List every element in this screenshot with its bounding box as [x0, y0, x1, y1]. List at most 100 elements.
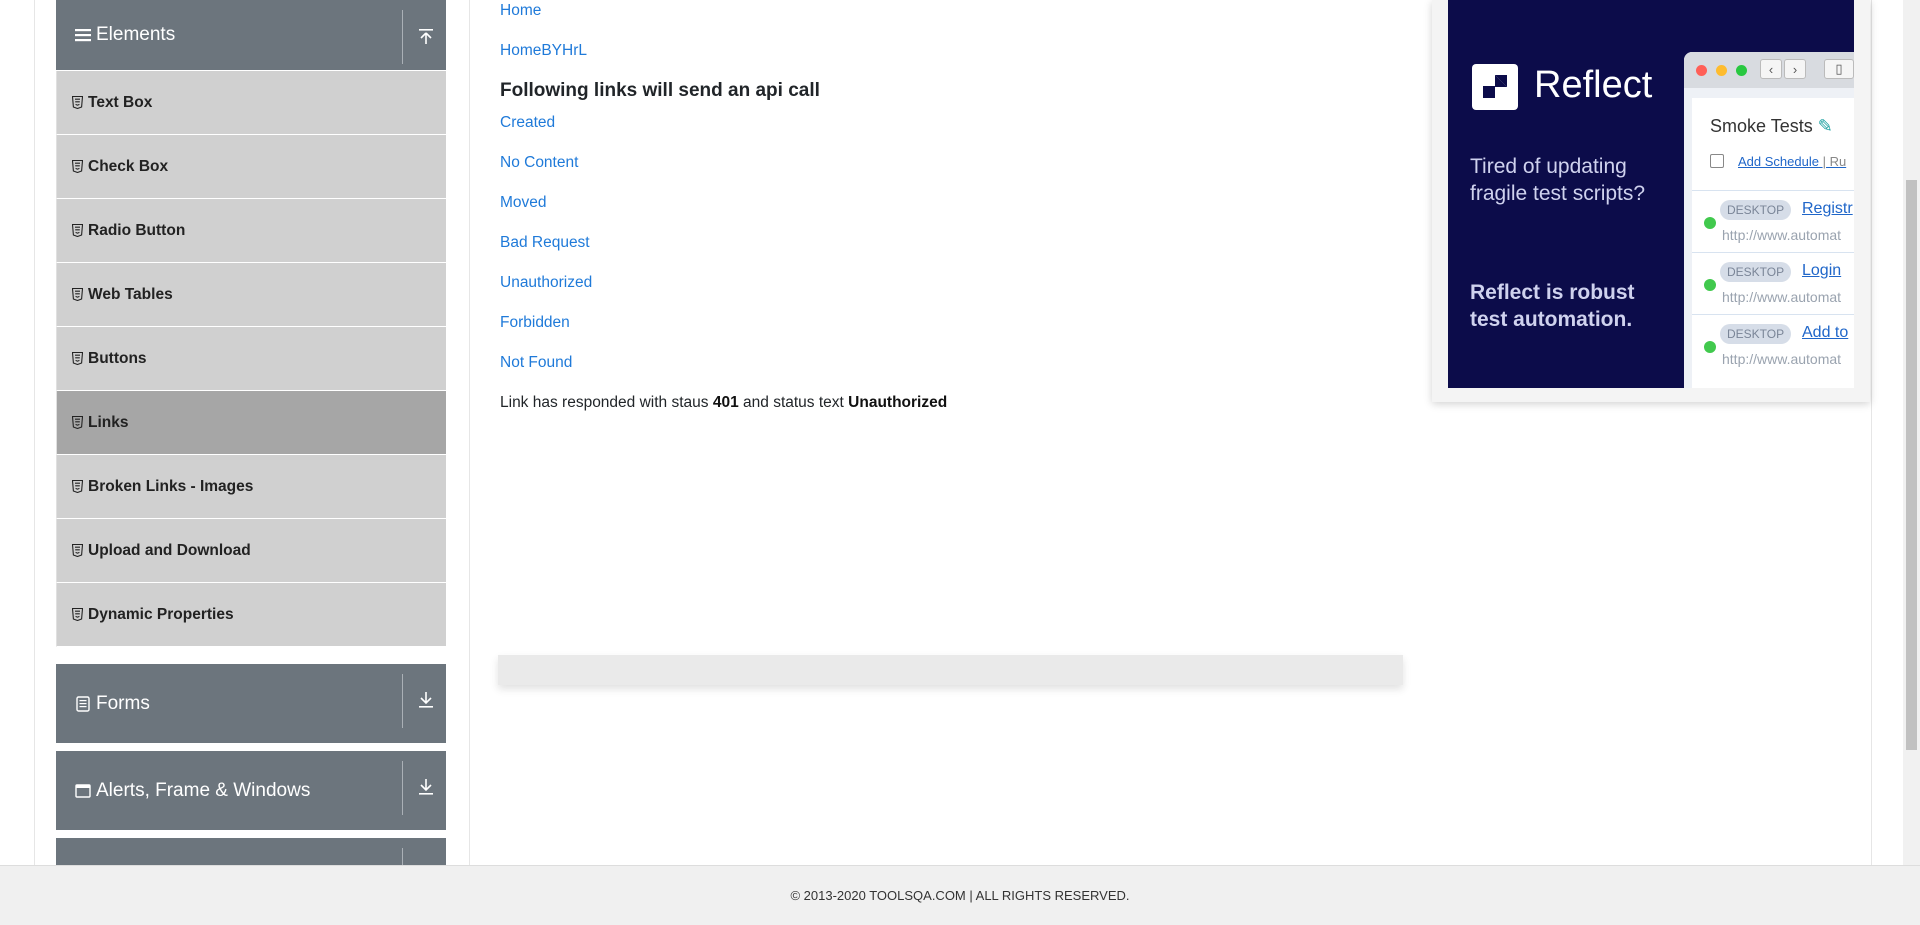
group-header-forms[interactable]: Forms [56, 664, 446, 743]
advertisement[interactable]: Reflect Tired of updating fragile test s… [1432, 0, 1870, 402]
sidebar-item-label: Text Box [88, 93, 153, 111]
test-url: http://www.automat [1722, 351, 1842, 367]
sidebar-item-label: Check Box [88, 157, 169, 175]
header-divider [402, 674, 403, 728]
pencil-icon: ✎ [1817, 116, 1833, 136]
ad-browser-toolbar: ‹ › ▯ [1684, 52, 1854, 88]
platform-badge: DESKTOP [1720, 324, 1792, 344]
platform-badge: DESKTOP [1720, 200, 1792, 220]
html-badge-icon [71, 224, 83, 238]
sidebar-item-label: Web Tables [88, 285, 173, 303]
header-divider [402, 10, 403, 64]
sidebar-item-buttons[interactable]: Buttons [56, 327, 446, 391]
home-dynamic-link[interactable]: HomeBYHrL [500, 42, 587, 60]
ad-tagline: Tired of updating fragile test scripts? [1470, 155, 1646, 205]
back-arrow-icon: ‹ [1760, 59, 1782, 79]
ad-pitch: Reflect is robust test automation. [1470, 281, 1635, 331]
sidebar-item-check-box[interactable]: Check Box [56, 135, 446, 199]
calendar-icon [1710, 154, 1724, 168]
close-dot-icon [1696, 65, 1707, 76]
ad-schedule-link: Add Schedule | Ru [1738, 154, 1847, 169]
forbidden-link[interactable]: Forbidden [500, 314, 570, 332]
ad-creative[interactable]: Reflect Tired of updating fragile test s… [1448, 0, 1854, 388]
test-link: Registr [1802, 200, 1853, 217]
sidebar-item-radio-button[interactable]: Radio Button [56, 199, 446, 263]
api-section-heading: Following links will send an api call [500, 80, 820, 101]
sidebar-item-label: Broken Links - Images [88, 477, 254, 495]
scrollbar-thumb[interactable] [1906, 180, 1917, 750]
collapse-up-icon[interactable] [417, 24, 435, 48]
response-middle: and status text [743, 394, 844, 411]
html-badge-icon [71, 160, 83, 174]
elements-menu-list: Text Box Check Box Radio Button Web Tables B… [56, 71, 446, 647]
sidebar-toggle-icon: ▯ [1824, 59, 1854, 79]
left-border [34, 0, 35, 865]
group-header-label: Forms [96, 692, 150, 714]
minimize-dot-icon [1716, 65, 1727, 76]
html-badge-icon [71, 96, 83, 110]
window-icon [74, 782, 92, 800]
test-link: Add to [1802, 324, 1849, 341]
no-content-link[interactable]: No Content [500, 154, 578, 172]
ad-test-row: DESKTOP Add to http://www.automat [1692, 314, 1854, 376]
sidebar-item-dynamic-properties[interactable]: Dynamic Properties [56, 583, 446, 647]
header-divider [402, 761, 403, 815]
bad-request-link[interactable]: Bad Request [500, 234, 590, 252]
unauthorized-link[interactable]: Unauthorized [500, 274, 592, 292]
status-dot-icon [1704, 217, 1716, 229]
test-link: Login [1802, 262, 1842, 279]
reflect-logo-icon [1472, 64, 1518, 110]
test-url: http://www.automat [1722, 227, 1842, 243]
group-header-label: Alerts, Frame & Windows [96, 779, 311, 801]
forward-arrow-icon: › [1784, 59, 1806, 79]
page-scrollbar[interactable] [1903, 0, 1920, 865]
sidebar: Elements Text Box Check Box Radio Button We… [56, 0, 446, 878]
sidebar-item-upload-and-download[interactable]: Upload and Download [56, 519, 446, 583]
html-badge-icon [71, 480, 83, 494]
sidebar-item-label: Upload and Download [88, 541, 251, 559]
moved-link[interactable]: Moved [500, 194, 547, 212]
ad-test-row: DESKTOP Registr http://www.automat [1692, 190, 1854, 252]
ad-test-panel: Smoke Tests ✎ Add Schedule | Ru DESKTOP … [1692, 98, 1854, 388]
group-header-elements[interactable]: Elements [56, 0, 446, 71]
test-url: http://www.automat [1722, 289, 1842, 305]
sidebar-item-text-box[interactable]: Text Box [56, 71, 446, 135]
maximize-dot-icon [1736, 65, 1747, 76]
not-found-link[interactable]: Not Found [500, 354, 572, 372]
form-icon [74, 695, 92, 713]
ad-test-row: DESKTOP Login http://www.automat [1692, 252, 1854, 314]
response-prefix: Link has responded with staus [500, 394, 709, 411]
link-response: Link has responded with staus 401 and st… [500, 394, 947, 412]
html-badge-icon [71, 288, 83, 302]
html-badge-icon [71, 416, 83, 430]
ad-brand-name: Reflect [1534, 64, 1653, 106]
menu-icon [74, 26, 92, 44]
status-dot-icon [1704, 279, 1716, 291]
response-status-code: 401 [712, 394, 739, 411]
sidebar-item-broken-links-images[interactable]: Broken Links - Images [56, 455, 446, 519]
sidebar-item-label: Dynamic Properties [88, 605, 234, 623]
created-link[interactable]: Created [500, 114, 555, 132]
sidebar-item-label: Buttons [88, 349, 147, 367]
content-divider [469, 0, 470, 865]
right-border [1871, 0, 1872, 865]
sidebar-item-label: Links [88, 413, 129, 431]
platform-badge: DESKTOP [1720, 262, 1792, 282]
ad-banner-strip[interactable] [498, 655, 1403, 685]
sidebar-item-label: Radio Button [88, 221, 186, 239]
response-status-text: Unauthorized [848, 394, 948, 411]
status-dot-icon [1704, 341, 1716, 353]
page-footer: © 2013-2020 TOOLSQA.COM | ALL RIGHTS RES… [0, 865, 1920, 925]
home-link[interactable]: Home [500, 2, 541, 20]
ad-browser-mockup: ‹ › ▯ Smoke Tests ✎ Add Schedule | Ru DE… [1684, 52, 1854, 388]
ad-panel-title: Smoke Tests ✎ [1710, 116, 1833, 136]
sidebar-item-links[interactable]: Links [56, 391, 446, 455]
footer-copyright: © 2013-2020 TOOLSQA.COM | ALL RIGHTS RES… [790, 888, 1130, 903]
expand-down-icon[interactable] [417, 775, 435, 799]
sidebar-item-web-tables[interactable]: Web Tables [56, 263, 446, 327]
html-badge-icon [71, 352, 83, 366]
page: Elements Text Box Check Box Radio Button We… [0, 0, 1920, 925]
expand-down-icon[interactable] [417, 688, 435, 712]
html-badge-icon [71, 608, 83, 622]
group-header-alerts[interactable]: Alerts, Frame & Windows [56, 751, 446, 830]
